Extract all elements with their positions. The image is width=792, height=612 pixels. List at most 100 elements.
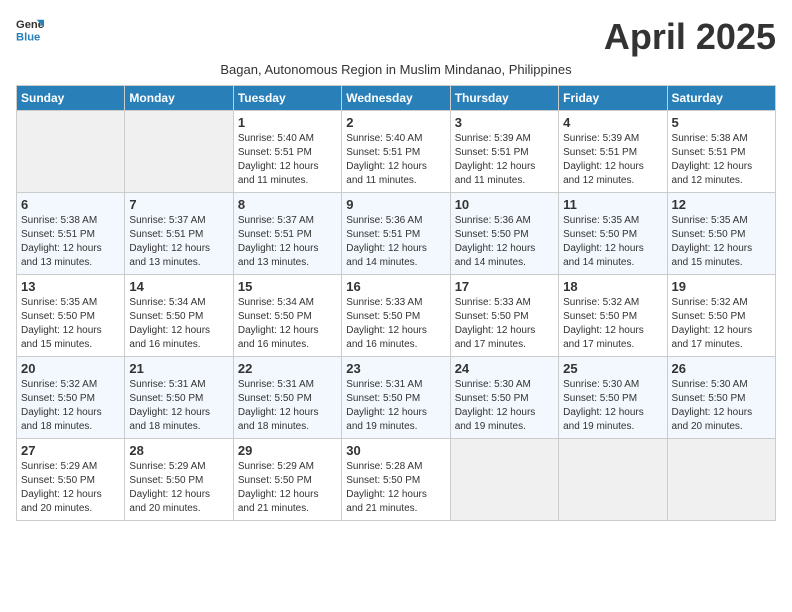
day-info: Sunrise: 5:28 AM Sunset: 5:50 PM Dayligh… — [346, 460, 445, 516]
calendar-cell: 25 Sunrise: 5:30 AM Sunset: 5:50 PM Dayli… — [559, 357, 667, 439]
day-info: Sunrise: 5:39 AM Sunset: 5:51 PM Dayligh… — [455, 132, 554, 188]
calendar-cell: 6 Sunrise: 5:38 AM Sunset: 5:51 PM Daylig… — [17, 193, 125, 275]
day-info: Sunrise: 5:30 AM Sunset: 5:50 PM Dayligh… — [563, 378, 662, 434]
day-info: Sunrise: 5:30 AM Sunset: 5:50 PM Dayligh… — [672, 378, 771, 434]
calendar-cell — [667, 439, 775, 521]
day-info: Sunrise: 5:29 AM Sunset: 5:50 PM Dayligh… — [238, 460, 337, 516]
calendar-cell: 19Sunrise: 5:32 AM Sunset: 5:50 PM Dayli… — [667, 275, 775, 357]
day-info: Sunrise: 5:39 AM Sunset: 5:51 PM Dayligh… — [563, 132, 662, 188]
day-info: Sunrise: 5:29 AM Sunset: 5:50 PM Dayligh… — [21, 460, 120, 516]
calendar-cell: 28Sunrise: 5:29 AM Sunset: 5:50 PM Dayli… — [125, 439, 233, 521]
day-info: Sunrise: 5:31 AM Sunset: 5:50 PM Dayligh… — [129, 378, 228, 434]
calendar-cell: 11 Sunrise: 5:35 AM Sunset: 5:50 PM Dayli… — [559, 193, 667, 275]
day-number: 12 — [672, 197, 771, 212]
day-info: Sunrise: 5:31 AM Sunset: 5:50 PM Dayligh… — [346, 378, 445, 434]
col-header-sunday: Sunday — [17, 86, 125, 111]
calendar-cell: 27Sunrise: 5:29 AM Sunset: 5:50 PM Dayli… — [17, 439, 125, 521]
svg-text:Blue: Blue — [16, 31, 40, 43]
calendar-cell: 10 Sunrise: 5:36 AM Sunset: 5:50 PM Dayli… — [450, 193, 558, 275]
col-header-tuesday: Tuesday — [233, 86, 341, 111]
day-info: Sunrise: 5:33 AM Sunset: 5:50 PM Dayligh… — [346, 296, 445, 352]
day-number: 30 — [346, 443, 445, 458]
day-info: Sunrise: 5:30 AM Sunset: 5:50 PM Dayligh… — [455, 378, 554, 434]
calendar-cell: 7 Sunrise: 5:37 AM Sunset: 5:51 PM Daylig… — [125, 193, 233, 275]
calendar-cell: 12Sunrise: 5:35 AM Sunset: 5:50 PM Dayli… — [667, 193, 775, 275]
day-info: Sunrise: 5:37 AM Sunset: 5:51 PM Dayligh… — [238, 214, 337, 270]
day-number: 29 — [238, 443, 337, 458]
day-info: Sunrise: 5:29 AM Sunset: 5:50 PM Dayligh… — [129, 460, 228, 516]
day-number: 9 — [346, 197, 445, 212]
day-number: 10 — [455, 197, 554, 212]
day-info: Sunrise: 5:33 AM Sunset: 5:50 PM Dayligh… — [455, 296, 554, 352]
day-number: 4 — [563, 115, 662, 130]
calendar-cell — [17, 111, 125, 193]
subtitle: Bagan, Autonomous Region in Muslim Minda… — [16, 62, 776, 77]
month-title: April 2025 — [604, 16, 776, 58]
calendar-cell: 22 Sunrise: 5:31 AM Sunset: 5:50 PM Dayli… — [233, 357, 341, 439]
calendar-cell — [559, 439, 667, 521]
day-info: Sunrise: 5:40 AM Sunset: 5:51 PM Dayligh… — [346, 132, 445, 188]
day-number: 7 — [129, 197, 228, 212]
day-number: 5 — [672, 115, 771, 130]
calendar-cell: 24 Sunrise: 5:30 AM Sunset: 5:50 PM Dayli… — [450, 357, 558, 439]
calendar-cell: 9 Sunrise: 5:36 AM Sunset: 5:51 PM Daylig… — [342, 193, 450, 275]
col-header-friday: Friday — [559, 86, 667, 111]
calendar-cell — [125, 111, 233, 193]
calendar-table: SundayMondayTuesdayWednesdayThursdayFrid… — [16, 85, 776, 521]
calendar-cell: 3 Sunrise: 5:39 AM Sunset: 5:51 PM Daylig… — [450, 111, 558, 193]
calendar-cell: 21 Sunrise: 5:31 AM Sunset: 5:50 PM Dayli… — [125, 357, 233, 439]
day-info: Sunrise: 5:36 AM Sunset: 5:50 PM Dayligh… — [455, 214, 554, 270]
day-info: Sunrise: 5:38 AM Sunset: 5:51 PM Dayligh… — [672, 132, 771, 188]
col-header-thursday: Thursday — [450, 86, 558, 111]
day-number: 22 — [238, 361, 337, 376]
calendar-cell: 16 Sunrise: 5:33 AM Sunset: 5:50 PM Dayli… — [342, 275, 450, 357]
day-number: 19 — [672, 279, 771, 294]
calendar-cell — [450, 439, 558, 521]
day-number: 13 — [21, 279, 120, 294]
day-number: 3 — [455, 115, 554, 130]
calendar-cell: 8 Sunrise: 5:37 AM Sunset: 5:51 PM Daylig… — [233, 193, 341, 275]
day-number: 1 — [238, 115, 337, 130]
day-info: Sunrise: 5:34 AM Sunset: 5:50 PM Dayligh… — [129, 296, 228, 352]
day-info: Sunrise: 5:31 AM Sunset: 5:50 PM Dayligh… — [238, 378, 337, 434]
calendar-cell: 1 Sunrise: 5:40 AM Sunset: 5:51 PM Daylig… — [233, 111, 341, 193]
header: General Blue April 2025 — [16, 16, 776, 58]
day-number: 21 — [129, 361, 228, 376]
day-number: 14 — [129, 279, 228, 294]
calendar-cell: 5 Sunrise: 5:38 AM Sunset: 5:51 PM Daylig… — [667, 111, 775, 193]
day-info: Sunrise: 5:38 AM Sunset: 5:51 PM Dayligh… — [21, 214, 120, 270]
day-info: Sunrise: 5:35 AM Sunset: 5:50 PM Dayligh… — [563, 214, 662, 270]
day-number: 26 — [672, 361, 771, 376]
calendar-cell: 26 Sunrise: 5:30 AM Sunset: 5:50 PM Dayli… — [667, 357, 775, 439]
calendar-cell: 13 Sunrise: 5:35 AM Sunset: 5:50 PM Dayli… — [17, 275, 125, 357]
col-header-wednesday: Wednesday — [342, 86, 450, 111]
day-number: 20 — [21, 361, 120, 376]
day-number: 18 — [563, 279, 662, 294]
day-info: Sunrise: 5:32 AM Sunset: 5:50 PM Dayligh… — [563, 296, 662, 352]
logo: General Blue — [16, 16, 44, 44]
day-info: Sunrise: 5:37 AM Sunset: 5:51 PM Dayligh… — [129, 214, 228, 270]
calendar-cell: 20 Sunrise: 5:32 AM Sunset: 5:50 PM Dayli… — [17, 357, 125, 439]
day-number: 2 — [346, 115, 445, 130]
calendar-cell: 18 Sunrise: 5:32 AM Sunset: 5:50 PM Dayli… — [559, 275, 667, 357]
day-number: 15 — [238, 279, 337, 294]
day-number: 8 — [238, 197, 337, 212]
day-number: 24 — [455, 361, 554, 376]
day-info: Sunrise: 5:36 AM Sunset: 5:51 PM Dayligh… — [346, 214, 445, 270]
calendar-cell: 14 Sunrise: 5:34 AM Sunset: 5:50 PM Dayli… — [125, 275, 233, 357]
day-info: Sunrise: 5:40 AM Sunset: 5:51 PM Dayligh… — [238, 132, 337, 188]
calendar-cell: 4 Sunrise: 5:39 AM Sunset: 5:51 PM Daylig… — [559, 111, 667, 193]
col-header-saturday: Saturday — [667, 86, 775, 111]
day-number: 16 — [346, 279, 445, 294]
calendar-cell: 15 Sunrise: 5:34 AM Sunset: 5:50 PM Dayli… — [233, 275, 341, 357]
calendar-cell: 30 Sunrise: 5:28 AM Sunset: 5:50 PM Dayli… — [342, 439, 450, 521]
day-info: Sunrise: 5:34 AM Sunset: 5:50 PM Dayligh… — [238, 296, 337, 352]
day-number: 6 — [21, 197, 120, 212]
col-header-monday: Monday — [125, 86, 233, 111]
day-info: Sunrise: 5:32 AM Sunset: 5:50 PM Dayligh… — [21, 378, 120, 434]
day-number: 11 — [563, 197, 662, 212]
calendar-cell: 17Sunrise: 5:33 AM Sunset: 5:50 PM Dayli… — [450, 275, 558, 357]
day-number: 25 — [563, 361, 662, 376]
day-info: Sunrise: 5:35 AM Sunset: 5:50 PM Dayligh… — [21, 296, 120, 352]
day-number: 23 — [346, 361, 445, 376]
